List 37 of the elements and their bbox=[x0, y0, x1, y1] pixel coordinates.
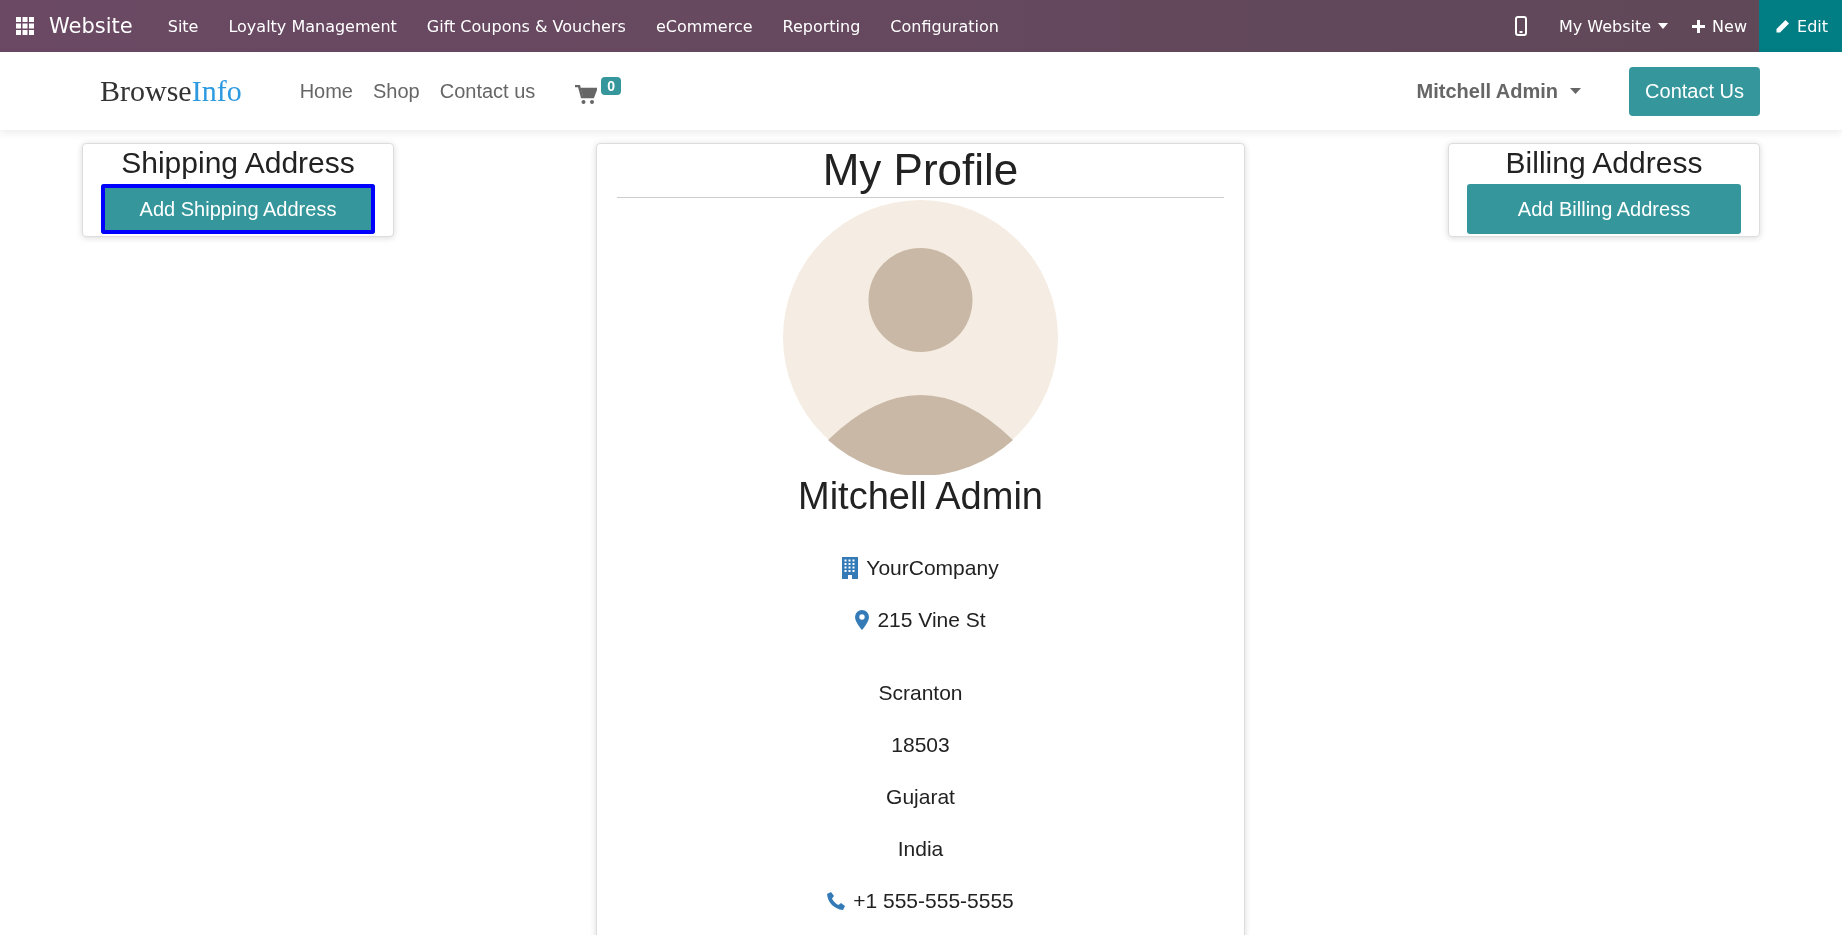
phone-icon bbox=[827, 891, 846, 910]
building-icon bbox=[842, 556, 859, 579]
app-name[interactable]: Website bbox=[49, 14, 133, 38]
edit-button[interactable]: Edit bbox=[1759, 0, 1842, 52]
profile-detail: +1 555-555-5555 bbox=[853, 888, 1014, 913]
nav-link[interactable]: Contact us bbox=[431, 79, 544, 103]
profile-detail: Scranton bbox=[878, 680, 963, 705]
caret-icon bbox=[1658, 23, 1669, 29]
menu-item[interactable]: Gift Coupons & Vouchers bbox=[411, 16, 641, 36]
profile-detail: 18503 bbox=[891, 732, 950, 757]
website-switcher[interactable]: My Website bbox=[1546, 0, 1681, 52]
map-pin-icon bbox=[855, 609, 870, 630]
nav-link[interactable]: Shop bbox=[365, 79, 428, 103]
profile-name: Mitchell Admin bbox=[798, 474, 1043, 518]
new-button[interactable]: New bbox=[1680, 0, 1759, 52]
menu-item[interactable]: eCommerce bbox=[640, 16, 768, 36]
plus-icon bbox=[1692, 19, 1706, 33]
profile-detail: Gujarat bbox=[886, 784, 955, 809]
cart-icon[interactable] bbox=[575, 85, 598, 105]
logo[interactable]: BrowseInfo bbox=[100, 74, 242, 108]
caret-icon bbox=[1570, 88, 1582, 94]
user-menu[interactable]: Mitchell Admin bbox=[1410, 78, 1588, 104]
menu-item[interactable]: Configuration bbox=[875, 16, 1014, 36]
menu-item[interactable]: Site bbox=[152, 16, 214, 36]
menu-item[interactable]: Loyalty Management bbox=[213, 16, 412, 36]
card-title: Billing Address bbox=[1505, 146, 1703, 180]
menu-item[interactable]: Reporting bbox=[767, 16, 876, 36]
profile-detail: YourCompany bbox=[866, 555, 999, 580]
profile-title: My Profile bbox=[822, 144, 1019, 196]
nav-link[interactable]: Home bbox=[291, 79, 361, 103]
profile-detail: India bbox=[897, 836, 944, 861]
profile-detail: 215 Vine St bbox=[877, 607, 986, 632]
card-title: Shipping Address bbox=[121, 146, 355, 180]
apps-grid-icon[interactable] bbox=[16, 17, 34, 35]
mobile-phone-icon[interactable] bbox=[1514, 16, 1527, 36]
pencil-icon bbox=[1775, 18, 1790, 34]
cart-count-badge: 0 bbox=[601, 77, 622, 95]
